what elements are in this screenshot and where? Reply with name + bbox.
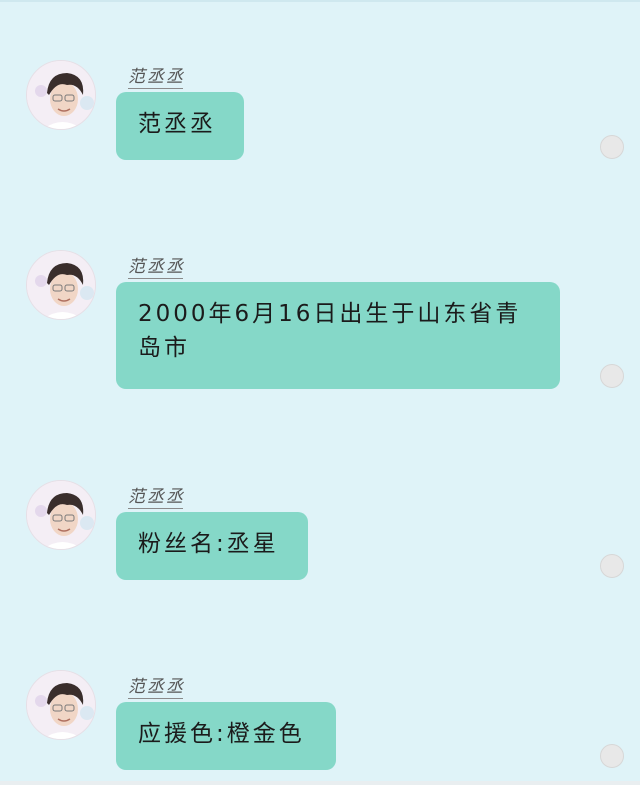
select-message-icon[interactable] [600,744,624,768]
avatar[interactable] [26,670,96,740]
avatar-photo-icon [27,61,95,129]
avatar-photo-icon [27,671,95,739]
message-bubble[interactable]: 范丞丞 [116,92,244,160]
message-bubble[interactable]: 应援色:橙金色 [116,702,336,770]
sender-name: 范丞丞 [128,62,185,89]
top-divider [0,0,640,2]
select-message-icon[interactable] [600,554,624,578]
message-bubble[interactable]: 2000年6月16日出生于山东省青岛市 [116,282,560,389]
sender-name: 范丞丞 [128,482,185,509]
select-message-icon[interactable] [600,135,624,159]
sender-name: 范丞丞 [128,252,185,279]
avatar[interactable] [26,60,96,130]
select-message-icon[interactable] [600,364,624,388]
sender-name: 范丞丞 [128,672,185,699]
avatar-photo-icon [27,251,95,319]
avatar-photo-icon [27,481,95,549]
avatar[interactable] [26,480,96,550]
message-bubble[interactable]: 粉丝名:丞星 [116,512,308,580]
avatar[interactable] [26,250,96,320]
bottom-divider [0,781,640,785]
